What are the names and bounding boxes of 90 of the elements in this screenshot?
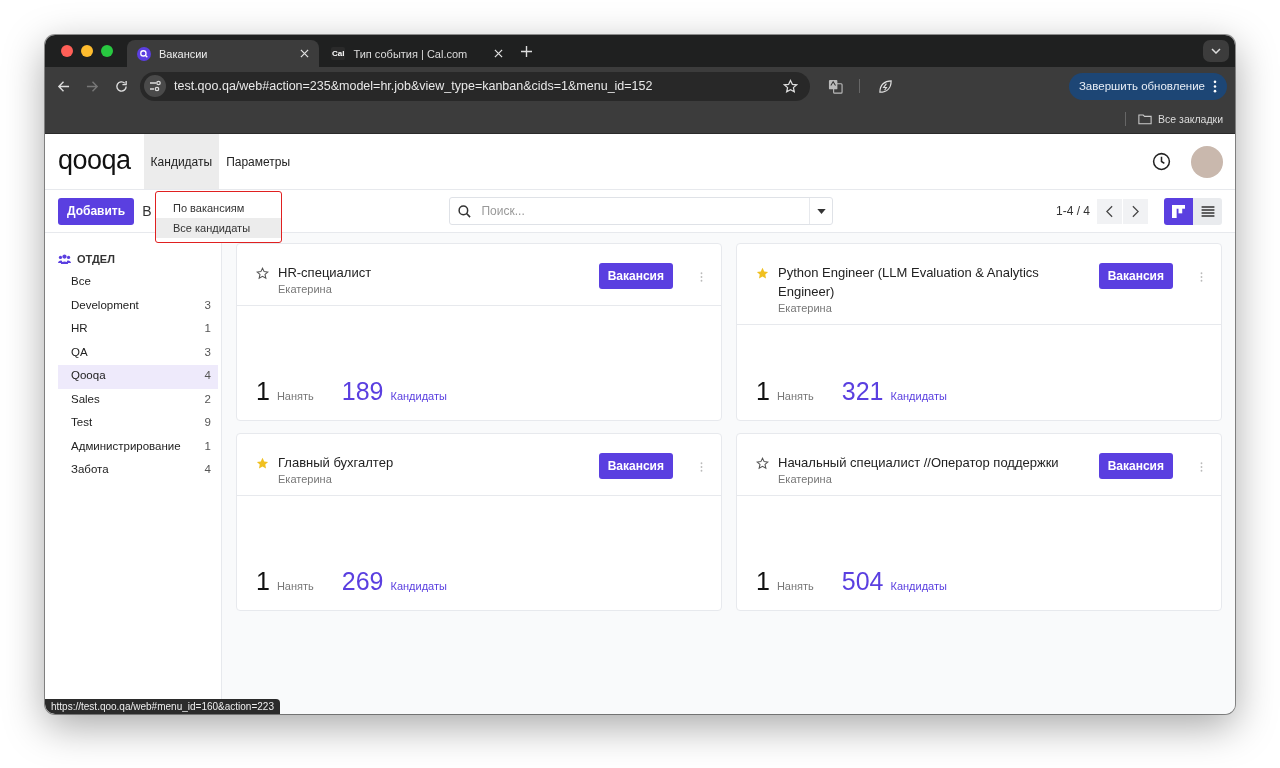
manager-name: Екатерина [278, 283, 333, 295]
candidates-link[interactable]: Кандидаты [890, 390, 947, 402]
tab-title: Вакансии [159, 47, 209, 60]
hire-count[interactable]: 1 [256, 568, 270, 594]
star-outline-icon[interactable] [756, 457, 769, 470]
sidebar-item[interactable]: Test 9 [58, 412, 218, 436]
kanban-icon [1172, 204, 1185, 218]
close-icon[interactable] [300, 49, 309, 58]
users-icon [58, 254, 71, 264]
maximize-window-button[interactable] [101, 45, 113, 57]
sidebar-item[interactable]: HR 1 [58, 318, 218, 342]
next-page-button[interactable] [1123, 198, 1148, 224]
tab-title: Тип события | Cal.com [353, 47, 469, 60]
kanban-view-button[interactable] [1164, 197, 1193, 225]
hire-count[interactable]: 1 [256, 378, 270, 404]
star-outline-icon[interactable] [256, 267, 269, 280]
site-settings-icon[interactable] [144, 75, 166, 97]
job-title: Начальный специалист //Оператор поддержки [778, 454, 1060, 472]
sidebar-item[interactable]: Администрирование 1 [58, 435, 218, 459]
job-title: HR-специалист [278, 264, 373, 282]
sidebar-item[interactable]: QA 3 [58, 341, 218, 365]
browser-tab[interactable]: Вакансии [127, 40, 319, 67]
hire-count[interactable]: 1 [756, 568, 770, 594]
reload-icon[interactable] [115, 79, 128, 93]
caret-down-icon [816, 208, 826, 214]
breadcrumb[interactable]: В [142, 203, 152, 219]
hire-count[interactable]: 1 [756, 378, 770, 404]
browser-tab[interactable]: Cal Тип события | Cal.com [321, 40, 513, 67]
sidebar-item[interactable]: Забота 4 [58, 459, 218, 483]
star-filled-icon[interactable] [256, 457, 269, 470]
bookmarks-folder[interactable]: Все закладки [1138, 113, 1223, 125]
list-icon [1200, 205, 1215, 217]
hire-label[interactable]: Нанять [276, 580, 314, 592]
minimize-window-button[interactable] [81, 45, 93, 57]
candidates-link[interactable]: Кандидаты [390, 390, 447, 402]
job-title: Главный бухгалтер [278, 454, 395, 472]
sidebar-item[interactable]: Development 3 [58, 294, 218, 318]
tab-search-button[interactable] [1203, 40, 1229, 62]
sidebar-item[interactable]: Все [58, 271, 218, 295]
logo[interactable]: qooqa [58, 145, 131, 178]
search-icon [458, 204, 472, 218]
update-button[interactable]: Завершить обновление [1068, 72, 1227, 100]
back-icon[interactable] [57, 79, 70, 93]
clock-icon[interactable] [1152, 152, 1171, 171]
chevron-down-icon [1211, 48, 1221, 54]
candidates-link[interactable]: Кандидаты [890, 580, 947, 592]
sidebar-item[interactable]: Qooqa 4 [58, 365, 218, 389]
candidates-count[interactable]: 504 [841, 568, 884, 594]
more-vertical-icon [1213, 79, 1217, 93]
manager-name: Екатерина [778, 302, 833, 314]
menu-item[interactable]: Кандидаты [143, 134, 220, 189]
search-favicon-icon [137, 46, 151, 61]
translate-icon[interactable] [828, 78, 843, 94]
candidates-count[interactable]: 269 [341, 568, 384, 594]
add-button[interactable]: Добавить [58, 197, 135, 225]
previous-page-button[interactable] [1097, 198, 1122, 224]
leaf-icon[interactable] [878, 78, 893, 94]
vacancy-button[interactable]: Вакансия [598, 453, 673, 479]
pager-value: 1-4 / 4 [1055, 204, 1090, 218]
manager-name: Екатерина [778, 473, 833, 485]
forward-icon[interactable] [86, 79, 99, 93]
candidates-link[interactable]: Кандидаты [390, 580, 447, 592]
candidates-count[interactable]: 321 [841, 378, 884, 404]
close-window-button[interactable] [61, 45, 73, 57]
url-text: test.qoo.qa/web#action=235&model=hr.job&view_type=kanban&cids=1&menu_id=152 [174, 79, 653, 93]
chevron-right-icon [1132, 204, 1139, 218]
manager-name: Екатерина [278, 473, 333, 485]
favicon-text: Cal [331, 47, 346, 60]
list-view-button[interactable] [1193, 197, 1222, 225]
vacancy-button[interactable]: Вакансия [1098, 453, 1173, 479]
menu-item[interactable]: Параметры [219, 134, 298, 189]
vacancy-button[interactable]: Вакансия [598, 263, 673, 289]
star-filled-icon[interactable] [756, 267, 769, 280]
search-field[interactable]: Поиск... [449, 197, 834, 225]
candidates-count[interactable]: 189 [341, 378, 384, 404]
chevron-left-icon [1106, 204, 1113, 218]
address-bar[interactable]: test.qoo.qa/web#action=235&model=hr.job&view_type=kanban&cids=1&menu_id=152 [140, 71, 810, 101]
dropdown-item[interactable]: Все кандидаты [156, 218, 281, 238]
dropdown-item[interactable]: По вакансиям [156, 198, 281, 218]
search-input[interactable]: Поиск... [479, 203, 802, 219]
hire-label[interactable]: Нанять [776, 580, 814, 592]
sidebar-item[interactable]: Sales 2 [58, 388, 218, 412]
plus-icon[interactable] [521, 45, 532, 57]
vacancy-button[interactable]: Вакансия [1098, 263, 1173, 289]
close-icon[interactable] [494, 49, 503, 58]
hire-label[interactable]: Нанять [276, 390, 314, 402]
hire-label[interactable]: Нанять [776, 390, 814, 402]
job-title: Python Engineer (LLM Evaluation & Analytics Engineer) [778, 264, 1040, 301]
section-title: ОТДЕЛ [77, 253, 115, 265]
folder-icon [1138, 113, 1153, 125]
